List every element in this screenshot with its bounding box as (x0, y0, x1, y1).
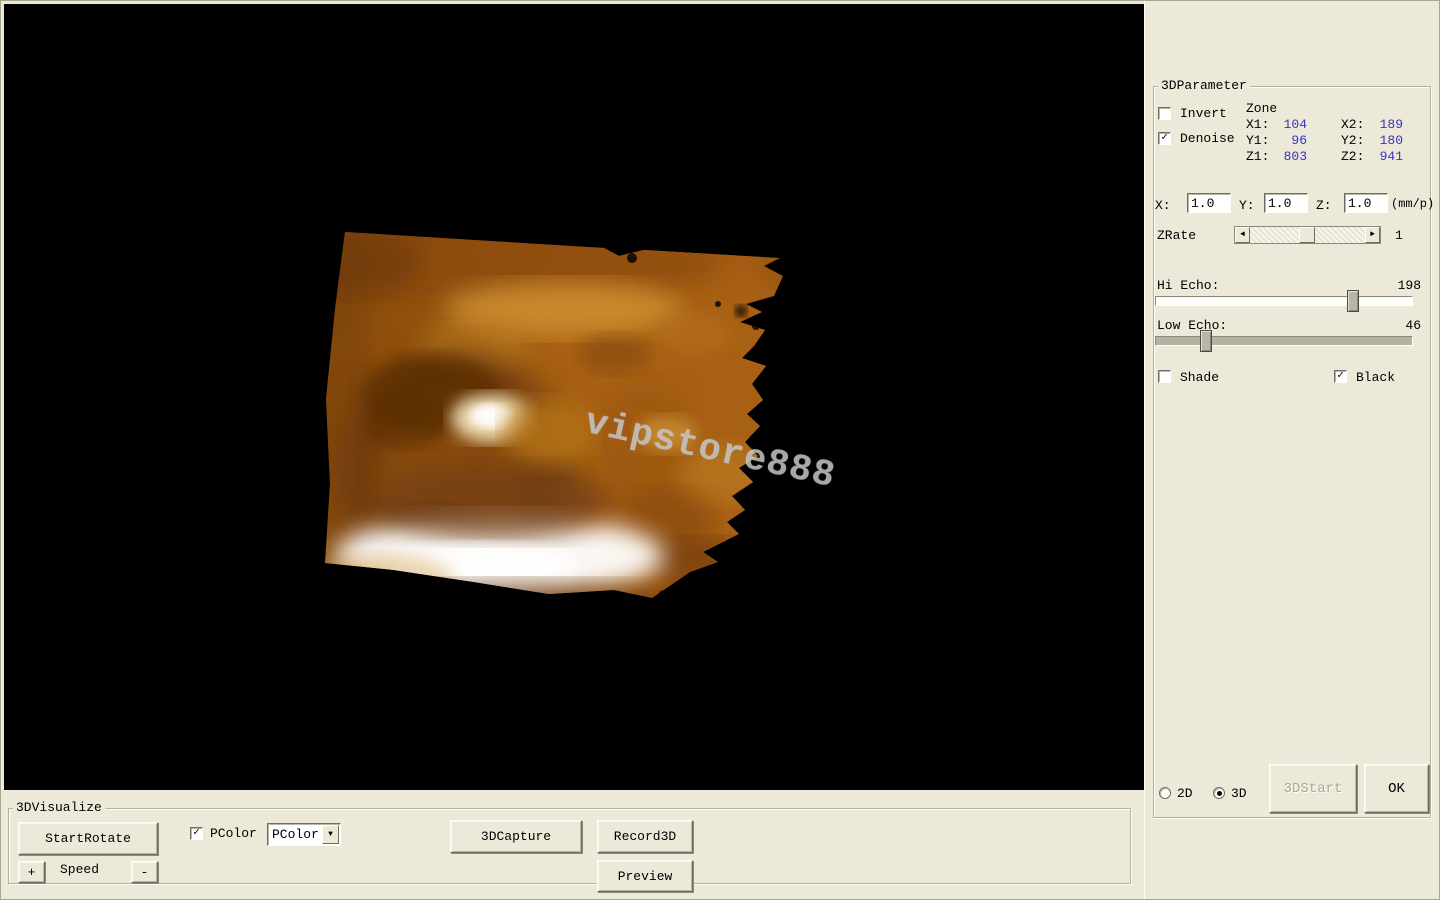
invert-checkbox[interactable]: ✓ (1158, 107, 1171, 120)
zrate-value: 1 (1395, 229, 1403, 243)
render-viewport[interactable]: vipstore888 (4, 4, 1144, 790)
zone-z2-value: 941 (1371, 150, 1403, 164)
start-3d-button[interactable]: 3DStart (1269, 764, 1357, 813)
radio-3d-label: 3D (1231, 787, 1247, 801)
visualize-panel: 3DVisualize StartRotate + Speed - ✓ PCol… (0, 790, 1144, 900)
scale-y-input[interactable] (1264, 193, 1308, 213)
ultrasound-3d-scan (4, 4, 1144, 790)
denoise-checkbox[interactable]: ✓ (1158, 132, 1171, 145)
ok-button[interactable]: OK (1364, 764, 1429, 813)
zone-x1-label: X1: (1246, 118, 1269, 132)
speed-plus-button[interactable]: + (18, 861, 45, 883)
parameter-panel: 3DParameter ✓ Invert ✓ Denoise Zone X1: … (1144, 0, 1440, 900)
shade-checkbox-label: Shade (1180, 371, 1219, 385)
scroll-left-icon[interactable]: ◄ (1235, 227, 1250, 243)
zone-x1-value: 104 (1275, 118, 1307, 132)
low-echo-slider-thumb[interactable] (1200, 330, 1212, 352)
shade-checkbox[interactable]: ✓ (1158, 370, 1171, 383)
scale-z-label: Z: (1316, 199, 1332, 213)
black-checkbox-label: Black (1356, 371, 1395, 385)
low-echo-slider[interactable] (1155, 336, 1413, 346)
zone-z1-label: Z1: (1246, 150, 1269, 164)
hi-echo-slider-thumb[interactable] (1347, 290, 1359, 312)
zone-y1-value: 96 (1275, 134, 1307, 148)
speed-label: Speed (60, 863, 99, 877)
pcolor-dropdown-value: PColor (272, 827, 319, 842)
capture-3d-button[interactable]: 3DCapture (450, 820, 582, 853)
application-window: { "watermark": "vipstore888", "icons": {… (0, 0, 1440, 900)
zone-z1-value: 803 (1275, 150, 1307, 164)
scale-y-label: Y: (1239, 199, 1255, 213)
low-echo-label: Low Echo: (1157, 319, 1227, 333)
zrate-scrollbar[interactable]: ◄ ► (1234, 226, 1381, 244)
pcolor-dropdown[interactable]: PColor ▼ (267, 823, 341, 846)
denoise-checkbox-label: Denoise (1180, 132, 1235, 146)
zone-y2-label: Y2: (1341, 134, 1364, 148)
scale-x-input[interactable] (1187, 193, 1231, 213)
scale-x-label: X: (1155, 199, 1171, 213)
scale-unit-label: (mm/p) (1391, 197, 1434, 211)
zone-y2-value: 180 (1371, 134, 1403, 148)
black-checkbox[interactable]: ✓ (1334, 370, 1347, 383)
parameter-group-title: 3DParameter (1158, 79, 1250, 93)
speed-minus-button[interactable]: - (131, 861, 158, 883)
hi-echo-label: Hi Echo: (1157, 279, 1219, 293)
zone-x2-label: X2: (1341, 118, 1364, 132)
low-echo-value: 46 (1391, 319, 1421, 333)
hi-echo-value: 198 (1391, 279, 1421, 293)
zrate-scrollbar-thumb[interactable] (1299, 227, 1315, 243)
radio-2d-label: 2D (1177, 787, 1193, 801)
zone-title: Zone (1246, 102, 1277, 116)
pcolor-checkbox[interactable]: ✓ (190, 827, 203, 840)
checkmark-icon: ✓ (1337, 371, 1344, 382)
record-3d-button[interactable]: Record3D (597, 820, 693, 853)
start-rotate-button[interactable]: StartRotate (18, 822, 158, 855)
radio-3d[interactable] (1213, 787, 1225, 799)
invert-checkbox-label: Invert (1180, 107, 1227, 121)
zone-y1-label: Y1: (1246, 134, 1269, 148)
preview-button[interactable]: Preview (597, 860, 693, 892)
checkmark-icon: ✓ (193, 828, 200, 839)
hi-echo-slider[interactable] (1155, 296, 1413, 306)
pcolor-checkbox-label: PColor (210, 827, 257, 841)
zone-z2-label: Z2: (1341, 150, 1364, 164)
scroll-right-icon[interactable]: ► (1365, 227, 1380, 243)
visualize-group-title: 3DVisualize (13, 801, 105, 815)
zrate-label: ZRate (1157, 229, 1196, 243)
scale-z-input[interactable] (1344, 193, 1388, 213)
checkmark-icon: ✓ (1161, 133, 1168, 144)
zone-x2-value: 189 (1371, 118, 1403, 132)
radio-2d[interactable] (1159, 787, 1171, 799)
chevron-down-icon[interactable]: ▼ (322, 825, 339, 844)
